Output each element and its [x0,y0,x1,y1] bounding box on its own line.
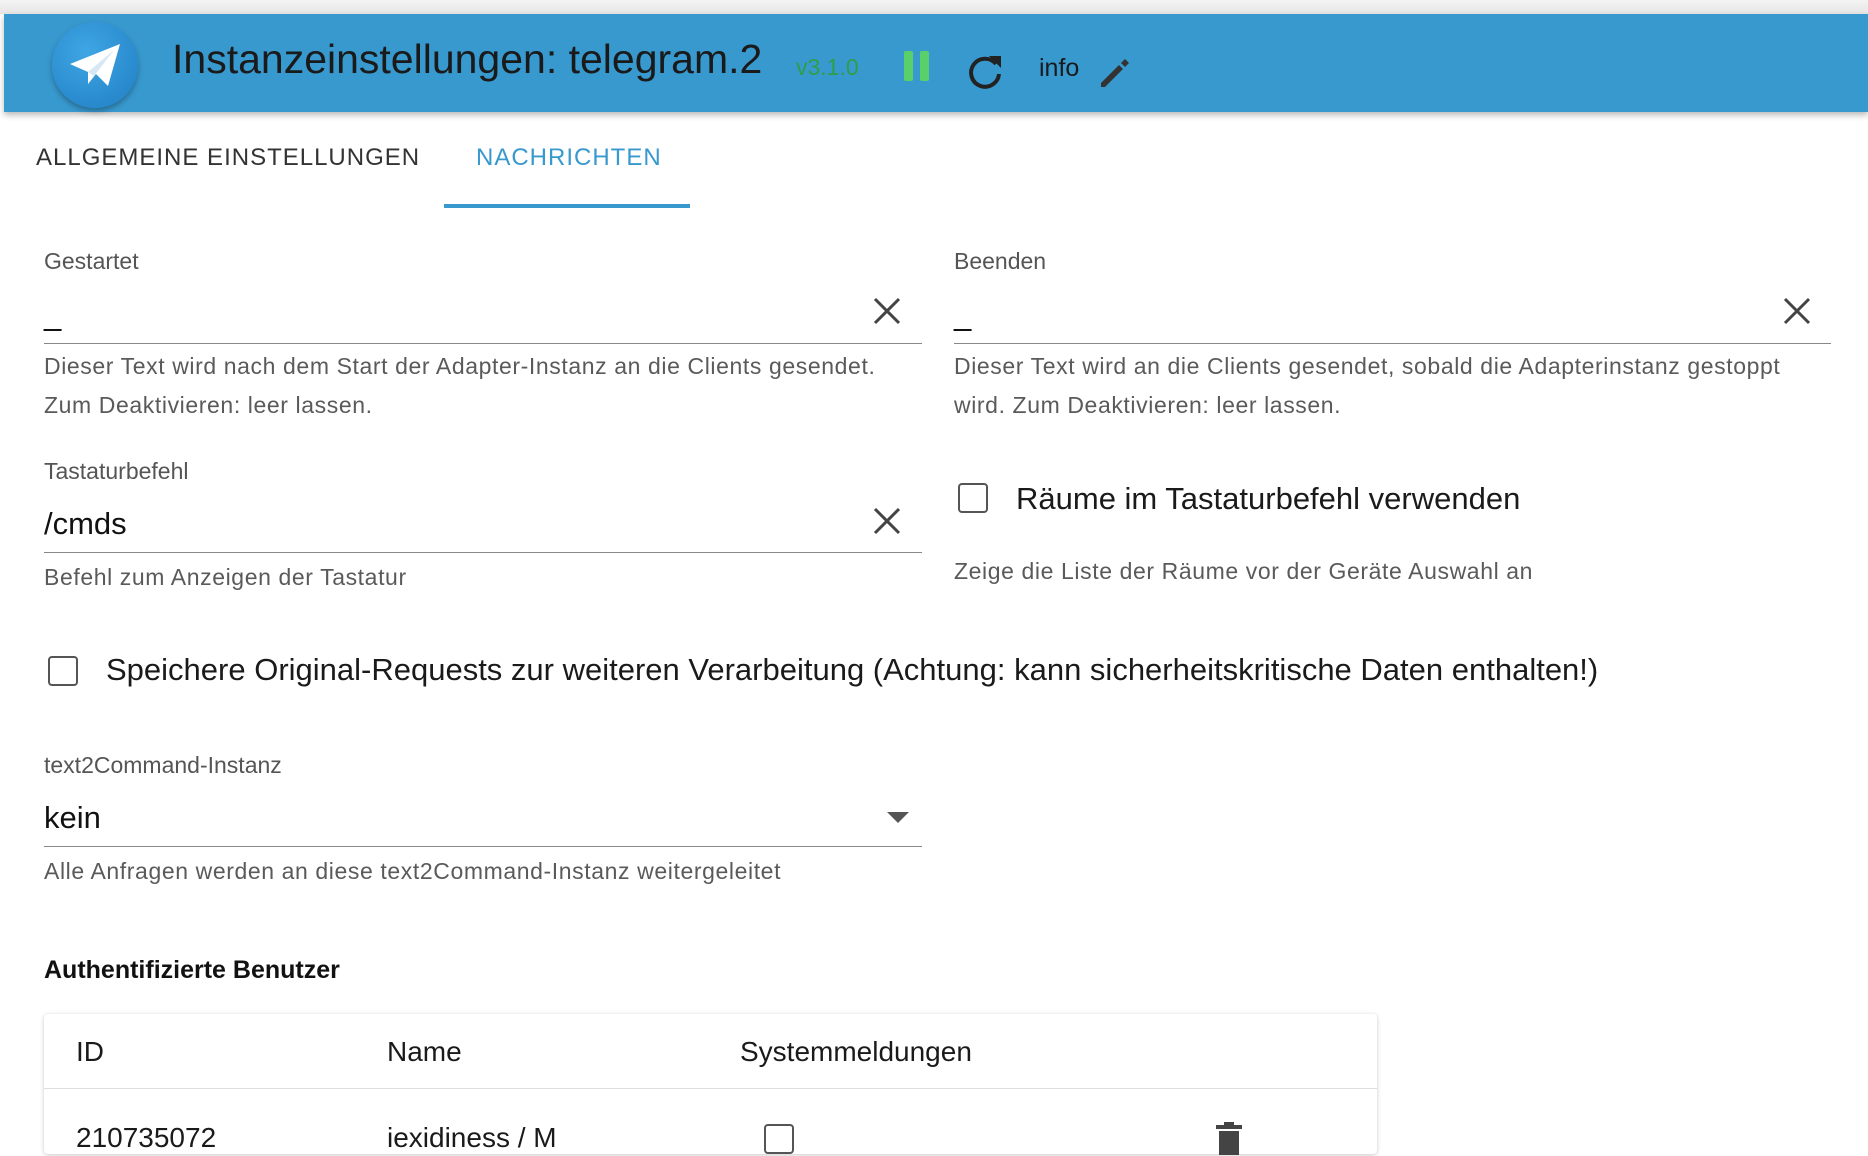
users-section-title: Authentifizierte Benutzer [44,956,340,984]
stopped-label: Beenden [954,248,1047,274]
rooms-checkbox-label[interactable]: Räume im Tastaturbefehl verwenden [1016,481,1520,517]
stopped-helper: Dieser Text wird an die Clients gesendet… [954,353,1781,418]
started-input[interactable]: _ [44,287,922,344]
clear-started-icon[interactable] [872,296,902,326]
active-tab-indicator [444,204,690,208]
clear-stopped-icon[interactable] [1782,296,1812,326]
keyboard-input[interactable]: /cmds [44,496,922,553]
started-value: _ [44,297,62,332]
stopped-input[interactable]: _ [954,287,1831,344]
tab-messages[interactable]: NACHRICHTEN [476,144,662,172]
users-table: ID Name Systemmeldungen 210735072 iexidi… [44,1014,1377,1156]
user-row-id: 210735072 [76,1122,217,1153]
reload-icon[interactable] [965,52,1005,92]
text2command-label: text2Command-Instanz [44,752,282,778]
tab-general-settings[interactable]: ALLGEMEINE EINSTELLUNGEN [36,144,420,172]
column-header-system-messages: Systemmeldungen [740,1036,972,1067]
app-header: Instanzeinstellungen: telegram.2 v3.1.0 … [4,14,1868,112]
column-header-id: ID [76,1036,104,1067]
window-top-edge [0,0,1868,14]
delete-icon[interactable] [1214,1122,1244,1156]
pause-icon[interactable] [904,51,932,85]
column-header-name: Name [387,1036,462,1067]
user-row-name: iexidiness / M [387,1122,557,1153]
rooms-checkbox[interactable] [958,483,988,513]
rooms-helper: Zeige die Liste der Räume vor der Geräte… [954,558,1534,584]
started-label: Gestartet [44,248,139,274]
telegram-logo-icon [52,22,138,108]
page-title: Instanzeinstellungen: telegram.2 [172,36,763,82]
dropdown-arrow-icon[interactable] [887,812,909,823]
keyboard-label: Tastaturbefehl [44,458,189,484]
keyboard-helper: Befehl zum Anzeigen der Tastatur [44,564,407,590]
table-divider [44,1088,1377,1089]
text2command-helper: Alle Anfragen werden an diese text2Comma… [44,858,782,884]
version-label: v3.1.0 [796,54,859,80]
store-raw-checkbox-label[interactable]: Speichere Original-Requests zur weiteren… [106,652,1598,688]
stopped-value: _ [954,297,972,332]
text2command-value: kein [44,800,101,835]
store-raw-checkbox[interactable] [48,656,78,686]
started-helper: Dieser Text wird nach dem Start der Adap… [44,353,876,418]
pencil-icon[interactable] [1097,57,1131,91]
text2command-select[interactable]: kein [44,790,922,847]
clear-keyboard-icon[interactable] [872,506,902,536]
user-row-system-messages-checkbox[interactable] [764,1124,794,1154]
keyboard-value: /cmds [44,506,127,541]
info-link[interactable]: info [1039,54,1079,83]
